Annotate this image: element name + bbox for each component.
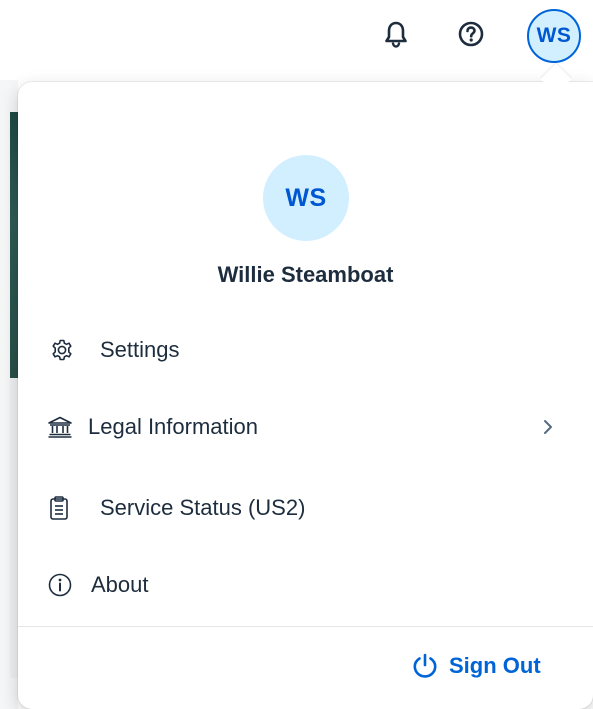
user-menu-popover: WS Willie Steamboat Settings Legal Infor… — [18, 82, 593, 709]
help-button[interactable] — [451, 16, 491, 56]
menu-item-legal-information[interactable]: Legal Information — [18, 395, 593, 459]
help-circle-icon — [457, 20, 485, 53]
sign-out-label: Sign Out — [449, 653, 541, 678]
user-name: Willie Steamboat — [217, 262, 394, 287]
user-avatar-button[interactable]: WS — [527, 9, 581, 63]
menu-item-settings[interactable]: Settings — [18, 318, 593, 382]
sign-out-button[interactable]: Sign Out — [403, 642, 563, 690]
notifications-button[interactable] — [376, 16, 416, 56]
power-icon — [411, 652, 439, 680]
menu-item-service-status-label: Service Status (US2) — [100, 495, 306, 520]
menu-item-service-status[interactable]: Service Status (US2) — [18, 476, 593, 540]
menu-item-legal-information-label: Legal Information — [88, 414, 258, 439]
bell-icon — [383, 20, 409, 53]
footer-divider — [18, 626, 593, 627]
app-page: WS WS Willie Steamboat Settings Legal In… — [0, 0, 593, 709]
user-menu-avatar: WS — [263, 155, 349, 241]
clipboard-icon — [46, 495, 72, 521]
menu-item-about[interactable]: About — [18, 553, 593, 617]
background-app-panel — [10, 378, 18, 678]
shell-bar: WS — [0, 0, 593, 80]
info-icon — [47, 572, 73, 598]
avatar-initials: WS — [536, 24, 572, 47]
menu-item-settings-label: Settings — [100, 337, 180, 362]
gear-icon — [49, 337, 75, 363]
menu-item-about-label: About — [91, 572, 149, 597]
chevron-right-icon — [538, 417, 558, 437]
background-app-image — [10, 112, 18, 378]
user-menu-avatar-initials: WS — [285, 183, 327, 212]
institution-icon — [47, 414, 73, 440]
